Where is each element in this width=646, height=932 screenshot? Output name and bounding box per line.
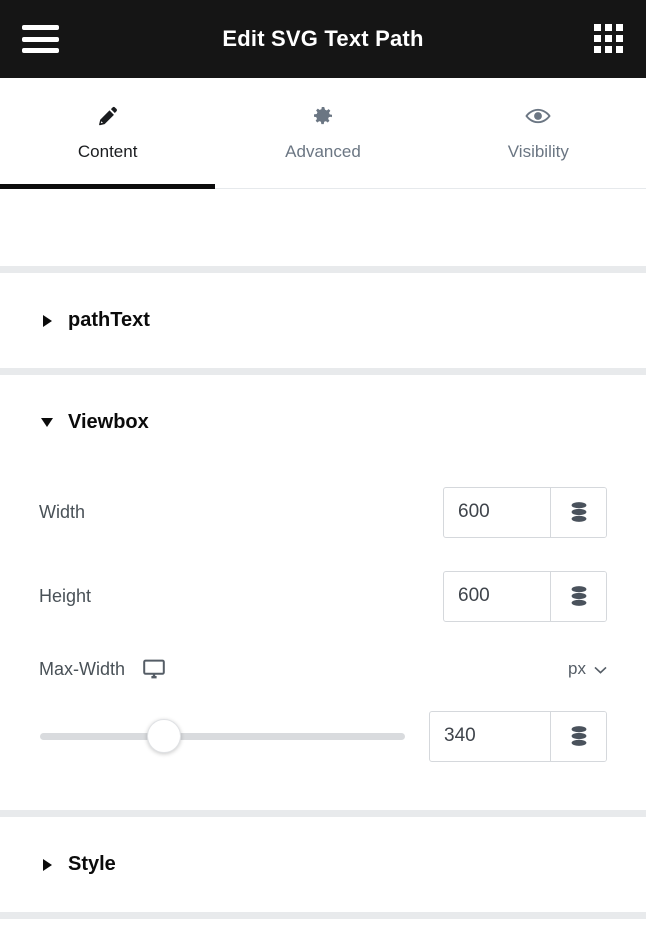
eye-icon [525,104,551,128]
grid-cell [616,46,623,53]
chevron-down-icon [594,659,607,679]
section-header-style[interactable]: Style [0,817,646,912]
section-divider [0,266,646,273]
height-field [443,570,607,622]
slider-thumb[interactable] [147,719,182,753]
desktop-monitor-icon[interactable] [143,659,165,679]
grid-cell [605,24,612,31]
database-stack-icon[interactable] [550,571,606,621]
grid-cell [616,35,623,42]
width-field [443,486,607,538]
panel-empty-area [0,189,646,266]
chevron-right-icon [40,858,54,871]
chevron-down-icon [40,418,54,427]
max-width-slider[interactable] [40,719,405,753]
tab-label: Content [77,142,138,161]
svg-text-path-editor-panel: Edit SVG Text Path Content Advanced Visi… [0,0,646,932]
page-title: Edit SVG Text Path [222,26,424,51]
max-width-field [429,710,607,762]
section-divider [0,368,646,375]
viewbox-section-body: Width Height [0,470,646,810]
control-row-max-width-slider [0,700,646,772]
tab-advanced[interactable]: Advanced [215,78,430,188]
control-row-height: Height [0,554,646,638]
section-divider [0,810,646,817]
control-row-max-width-header: Max-Width px [0,638,646,700]
tab-label: Advanced [285,142,361,161]
unit-value: px [568,659,586,678]
grid-cell [594,24,601,31]
grid-cell [616,24,623,31]
max-width-label-text: Max-Width [39,658,126,679]
width-input[interactable] [444,487,550,537]
height-input[interactable] [444,571,550,621]
height-label: Height [39,586,443,607]
grid-apps-icon[interactable] [594,24,624,54]
pencil-icon [96,104,120,128]
panel-header: Edit SVG Text Path [0,0,646,78]
database-stack-icon[interactable] [550,711,606,761]
grid-cell [605,46,612,53]
grid-cell [594,35,601,42]
grid-cell [605,35,612,42]
tab-label: Visibility [507,142,569,161]
control-row-width: Width [0,470,646,554]
section-title: Viewbox [68,411,149,433]
panel-tabs: Content Advanced Visibility [0,78,646,189]
database-stack-icon[interactable] [550,487,606,537]
slider-track [40,732,405,740]
unit-select-px[interactable]: px [568,659,607,679]
hamburger-bar [22,48,59,53]
width-label-text: Width [39,501,86,522]
chevron-right-icon [40,314,54,327]
tab-visibility[interactable]: Visibility [431,78,646,188]
hamburger-menu-icon[interactable] [22,25,59,53]
section-header-pathtext[interactable]: pathText [0,273,646,368]
gear-icon [311,104,335,128]
width-label: Width [39,502,443,523]
height-label-text: Height [39,585,92,606]
grid-cell [594,46,601,53]
section-title: Style [68,853,116,875]
max-width-label: Max-Width [39,659,568,680]
max-width-input[interactable] [430,711,550,761]
tab-content[interactable]: Content [0,78,216,189]
section-divider [0,912,646,919]
section-title: pathText [68,309,150,331]
hamburger-bar [22,25,59,30]
hamburger-bar [22,36,59,42]
section-header-viewbox[interactable]: Viewbox [0,375,646,470]
